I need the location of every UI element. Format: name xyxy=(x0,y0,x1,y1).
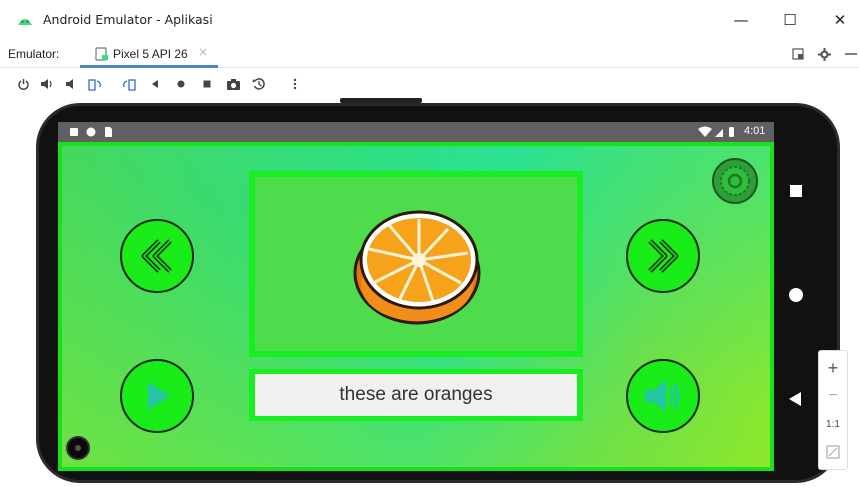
speaker-icon xyxy=(645,380,680,412)
overview-icon[interactable] xyxy=(198,75,216,93)
volume-up-icon[interactable] xyxy=(38,75,56,93)
snapshot-icon[interactable] xyxy=(250,75,268,93)
caption-card: these are oranges xyxy=(249,369,583,421)
camera-icon[interactable] xyxy=(224,75,242,93)
status-signal-icons xyxy=(698,126,734,137)
back-nav-button[interactable] xyxy=(789,392,801,406)
device-tab-icon xyxy=(95,47,108,61)
volume-down-icon[interactable] xyxy=(62,75,80,93)
home-icon[interactable] xyxy=(172,75,190,93)
close-button[interactable]: ✕ xyxy=(825,8,855,32)
power-icon[interactable] xyxy=(14,75,32,93)
tab-close-icon[interactable]: × xyxy=(198,45,208,59)
double-chevron-right-icon xyxy=(648,239,679,273)
image-card xyxy=(249,171,583,357)
zoom-actual-size-button[interactable]: 1:1 xyxy=(819,419,847,430)
front-camera xyxy=(66,436,90,460)
maximize-icon: ☐ xyxy=(783,11,797,29)
more-icon[interactable] xyxy=(286,75,304,93)
tab-label: Pixel 5 API 26 xyxy=(113,47,188,61)
minimize-button[interactable]: — xyxy=(726,8,756,32)
play-icon xyxy=(148,382,170,410)
orange-image xyxy=(353,210,481,325)
play-button[interactable] xyxy=(120,359,194,433)
tab-bar: Emulator: Pixel 5 API 26 × xyxy=(0,40,859,68)
settings-icon[interactable] xyxy=(816,46,832,62)
layout-icon[interactable] xyxy=(790,46,806,62)
home-nav-button[interactable] xyxy=(789,288,803,302)
rotate-left-icon[interactable] xyxy=(86,75,104,93)
back-icon[interactable] xyxy=(146,75,164,93)
app-settings-button[interactable] xyxy=(712,158,758,204)
android-logo-icon xyxy=(18,19,32,25)
previous-button[interactable] xyxy=(120,219,194,293)
emulator-label: Emulator: xyxy=(8,47,60,61)
minimize-icon: — xyxy=(733,11,749,29)
zoom-in-button[interactable]: + xyxy=(819,358,847,379)
gear-icon xyxy=(720,166,750,196)
next-button[interactable] xyxy=(626,219,700,293)
fit-screen-icon[interactable] xyxy=(826,445,840,459)
caption-text: these are oranges xyxy=(255,374,577,416)
maximize-button[interactable]: ☐ xyxy=(775,8,805,32)
zoom-panel: + − 1:1 xyxy=(818,350,848,470)
status-bar: 4:01 xyxy=(58,122,774,142)
window-titlebar: Android Emulator - Aplikasi — ☐ ✕ xyxy=(0,0,859,40)
window-title: Android Emulator - Aplikasi xyxy=(43,12,213,27)
tab-pixel-5[interactable]: Pixel 5 API 26 × xyxy=(80,40,218,68)
close-icon: ✕ xyxy=(833,11,847,29)
camera-lens xyxy=(75,445,81,451)
zoom-out-button[interactable]: − xyxy=(819,387,847,405)
speaker-button[interactable] xyxy=(626,359,700,433)
emulator-toolbar xyxy=(0,68,859,98)
status-notification-icons xyxy=(70,127,112,137)
status-time: 4:01 xyxy=(744,125,766,137)
overview-nav-button[interactable] xyxy=(790,185,802,197)
hide-panel-icon[interactable] xyxy=(843,46,859,62)
double-chevron-left-icon xyxy=(141,239,172,273)
rotate-right-icon[interactable] xyxy=(120,75,138,93)
